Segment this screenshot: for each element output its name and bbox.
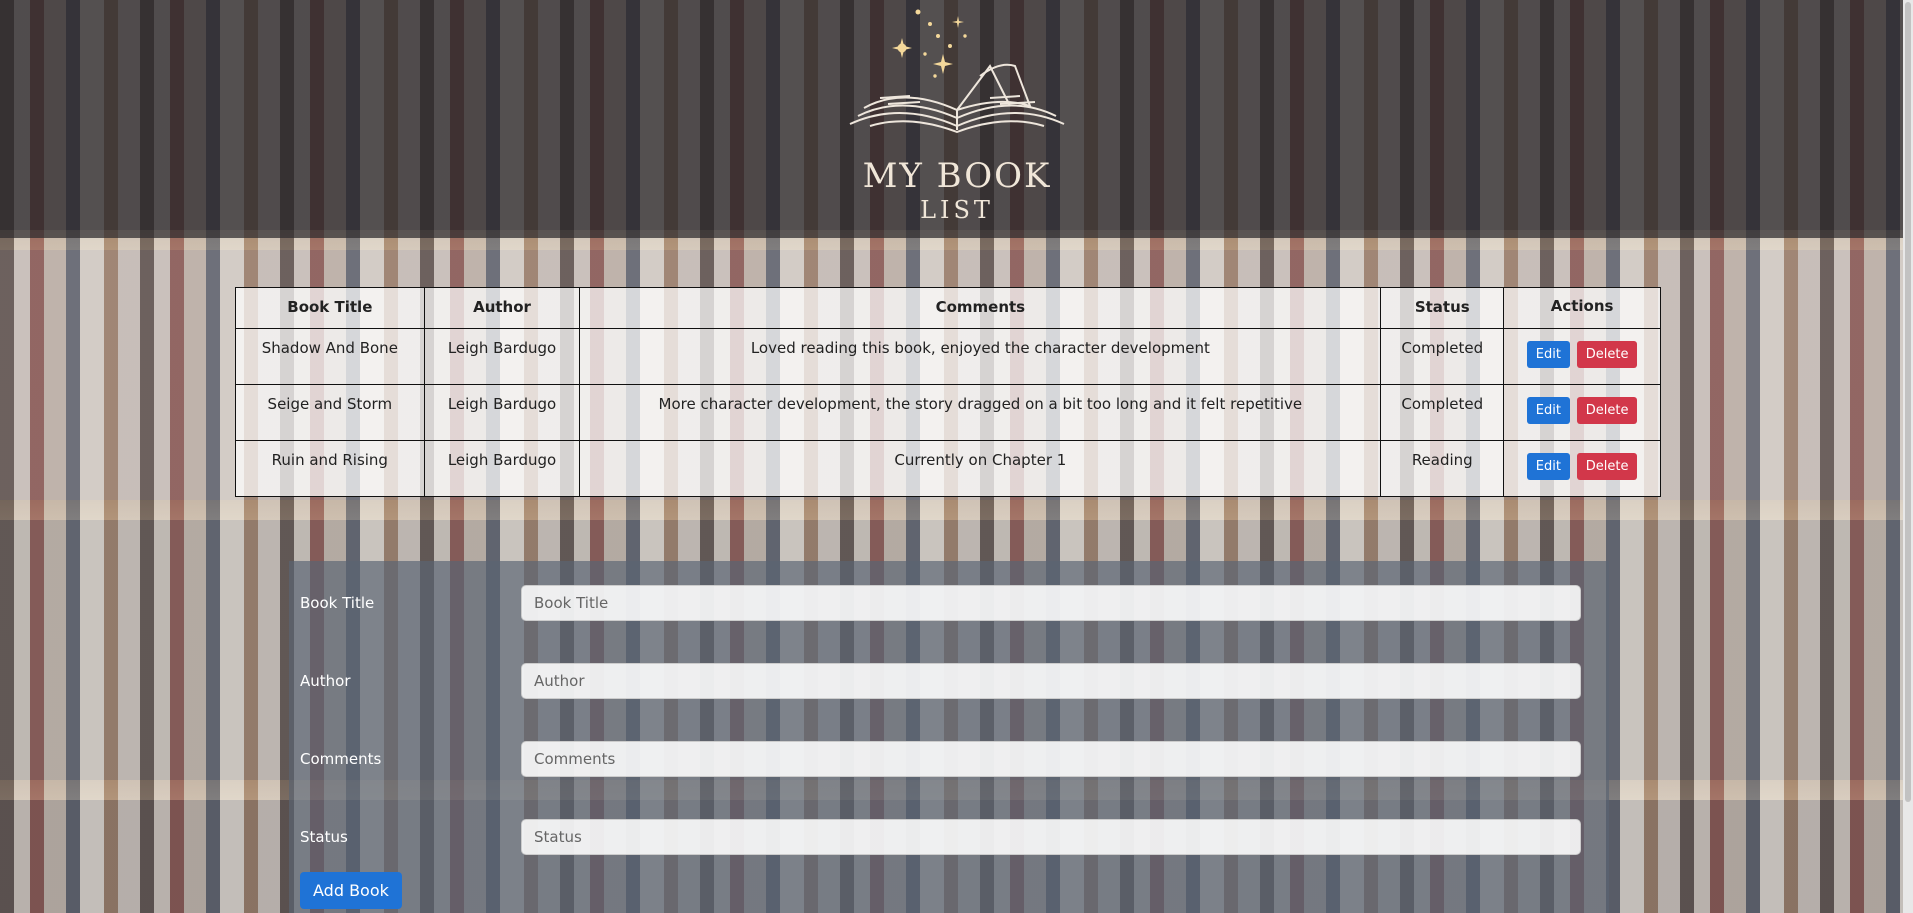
table-header-row: Book Title Author Comments Status Action… <box>235 287 1661 329</box>
form-row-comments: Comments <box>289 741 1609 779</box>
form-row-author: Author <box>289 663 1609 701</box>
add-book-button[interactable]: Add Book <box>300 872 402 909</box>
cell-title: Seige and Storm <box>235 384 425 441</box>
cell-actions: Edit Delete <box>1503 384 1661 441</box>
page-scrollbar[interactable] <box>1903 0 1913 913</box>
cell-status: Completed <box>1380 384 1505 441</box>
book-table-container: Book Title Author Comments Status Action… <box>235 287 1661 497</box>
cell-title: Ruin and Rising <box>235 440 425 497</box>
form-row-status: Status <box>289 819 1609 857</box>
status-input[interactable] <box>521 819 1581 855</box>
header-book-title: Book Title <box>235 287 425 329</box>
logo-title-line1: MY BOOK <box>862 156 1052 196</box>
logo-title-line2: LIST <box>920 196 994 224</box>
cell-status: Reading <box>1380 440 1505 497</box>
book-title-input[interactable] <box>521 585 1581 621</box>
cell-comments: Loved reading this book, enjoyed the cha… <box>579 328 1382 385</box>
cell-status: Completed <box>1380 328 1505 385</box>
comments-label: Comments <box>300 750 382 768</box>
table-row: Shadow And Bone Leigh Bardugo Loved read… <box>235 328 1661 385</box>
author-label: Author <box>300 672 351 690</box>
add-book-form: Book Title Author Comments Status Add Bo… <box>289 561 1609 913</box>
book-title-label: Book Title <box>300 594 375 612</box>
scrollbar-thumb[interactable] <box>1905 2 1911 802</box>
cell-comments: Currently on Chapter 1 <box>579 440 1382 497</box>
table-row: Ruin and Rising Leigh Bardugo Currently … <box>235 440 1661 497</box>
delete-button[interactable]: Delete <box>1576 453 1638 480</box>
delete-button[interactable]: Delete <box>1576 341 1638 368</box>
edit-button[interactable]: Edit <box>1526 397 1570 424</box>
header-status: Status <box>1380 287 1505 329</box>
edit-button[interactable]: Edit <box>1526 341 1570 368</box>
cell-actions: Edit Delete <box>1503 328 1661 385</box>
book-table: Book Title Author Comments Status Action… <box>235 287 1661 497</box>
form-row-book-title: Book Title <box>289 585 1609 623</box>
status-label: Status <box>300 828 348 846</box>
comments-input[interactable] <box>521 741 1581 777</box>
cell-comments: More character development, the story dr… <box>579 384 1382 441</box>
table-row: Seige and Storm Leigh Bardugo More chara… <box>235 384 1661 441</box>
cell-title: Shadow And Bone <box>235 328 425 385</box>
edit-button[interactable]: Edit <box>1526 453 1570 480</box>
cell-author: Leigh Bardugo <box>423 328 581 385</box>
cell-author: Leigh Bardugo <box>423 440 581 497</box>
header-author: Author <box>423 287 581 329</box>
header-comments: Comments <box>579 287 1382 329</box>
cell-actions: Edit Delete <box>1503 440 1661 497</box>
logo: MY BOOK LIST <box>840 6 1074 226</box>
delete-button[interactable]: Delete <box>1576 397 1638 424</box>
header-actions: Actions <box>1503 287 1661 329</box>
open-book-icon <box>849 9 1065 134</box>
cell-author: Leigh Bardugo <box>423 384 581 441</box>
author-input[interactable] <box>521 663 1581 699</box>
sparkle-icon <box>892 9 967 78</box>
